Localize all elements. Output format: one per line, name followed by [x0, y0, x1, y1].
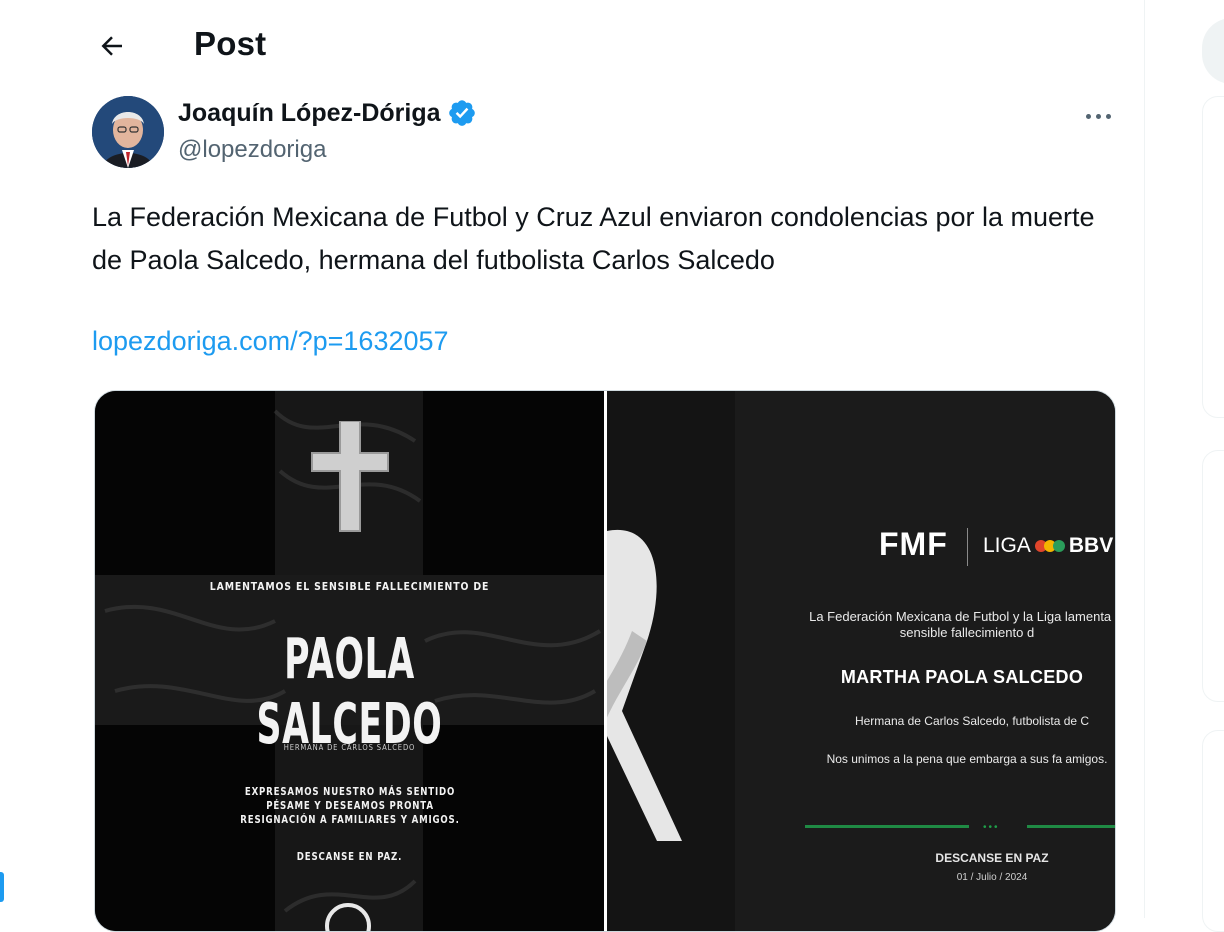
- fmf-line-3: Hermana de Carlos Salcedo, futbolista de…: [854, 714, 1090, 728]
- left-navigation-gutter: [0, 0, 65, 918]
- verified-badge-icon[interactable]: [447, 98, 477, 128]
- avatar[interactable]: [92, 96, 164, 168]
- sidebar-card: [1202, 450, 1224, 702]
- left-message: EXPRESAMOS NUESTRO MÁS SENTIDO PÉSAME Y …: [240, 786, 460, 826]
- post-link[interactable]: lopezdoriga.com/?p=1632057: [92, 326, 449, 357]
- left-deceased-name: PAOLA SALCEDO: [256, 627, 443, 757]
- logo-separator: [967, 528, 968, 566]
- post-column: Post Joaquín López-Dóriga @lopezdoriga L…: [64, 0, 1145, 932]
- green-dots: •••: [983, 822, 1000, 833]
- author-name[interactable]: Joaquín López-Dóriga: [178, 99, 441, 128]
- post-text: La Federación Mexicana de Futbol y Cruz …: [92, 202, 1095, 275]
- fmf-line-1: La Federación Mexicana de Futbol y la Li…: [809, 609, 1115, 640]
- cross-icon: [311, 421, 389, 532]
- liga-logo: LIGA BBV: [983, 534, 1113, 558]
- avatar-image: [92, 96, 164, 168]
- fmf-date: 01 / Julio / 2024: [956, 872, 1028, 883]
- back-arrow-icon: [101, 36, 122, 56]
- post-header: Post: [64, 0, 1144, 92]
- author-name-row: Joaquín López-Dóriga: [178, 98, 477, 128]
- green-rule-left: [805, 825, 969, 828]
- page-title: Post: [194, 25, 267, 62]
- condolence-image-fmf[interactable]: FMF LIGA BBV La Federación Mexicana de F…: [607, 391, 1115, 931]
- back-button[interactable]: [92, 26, 132, 66]
- fmf-line-4: Nos unimos a la pena que embarga a sus f…: [826, 752, 1108, 766]
- left-kicker: LAMENTAMOS EL SENSIBLE FALLECIMIENTO DE: [209, 580, 490, 593]
- fmf-rip: DESCANSE EN PAZ: [935, 851, 1049, 865]
- green-rule-right: [1027, 825, 1115, 828]
- left-rip: DESCANSE EN PAZ.: [296, 851, 403, 863]
- fmf-logo: FMF: [879, 526, 948, 562]
- fmf-deceased-name: MARTHA PAOLA SALCEDO: [840, 667, 1084, 687]
- condolence-image-cruz-azul[interactable]: LAMENTAMOS EL SENSIBLE FALLECIMIENTO DE …: [95, 391, 604, 931]
- liga-balls-icon: [1034, 540, 1065, 552]
- more-options-icon[interactable]: [1074, 98, 1122, 134]
- sidebar-card: [1202, 96, 1224, 418]
- left-subtitle: HERMANA DE CARLOS SALCEDO: [283, 743, 416, 752]
- liga-suffix: BBV: [1068, 534, 1114, 557]
- nav-indicator: [0, 872, 4, 902]
- search-box[interactable]: [1202, 18, 1224, 84]
- liga-text: LIGA: [983, 534, 1031, 557]
- sidebar-card: [1202, 730, 1224, 932]
- right-sidebar: [1146, 0, 1224, 932]
- author-handle[interactable]: @lopezdoriga: [178, 136, 326, 164]
- media-grid: LAMENTAMOS EL SENSIBLE FALLECIMIENTO DE …: [94, 390, 1116, 932]
- ribbon-icon: [607, 529, 682, 841]
